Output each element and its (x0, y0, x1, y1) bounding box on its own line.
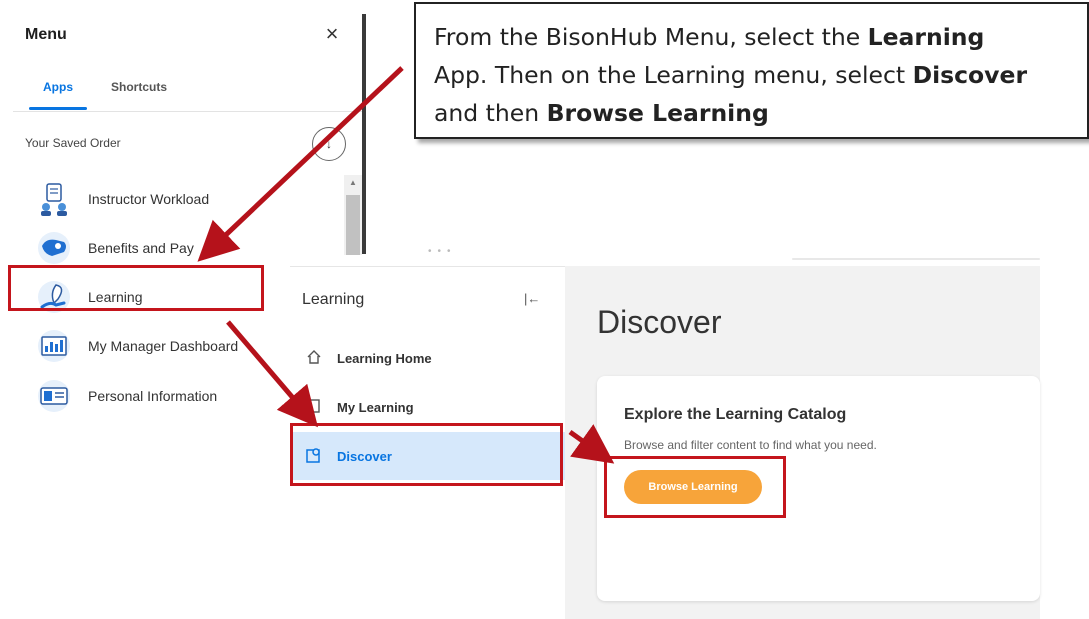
nav-item-learning-home[interactable]: Learning Home (290, 334, 565, 382)
highlight-discover-item (290, 423, 563, 486)
callout-line-3: and then Browse Learning (434, 99, 769, 127)
discover-content-area: Discover Explore the Learning Catalog Br… (565, 266, 1040, 619)
nav-item-label: My Learning (337, 399, 414, 415)
card-description: Browse and filter content to find what y… (624, 438, 877, 452)
home-icon (303, 349, 325, 367)
scroll-thumb[interactable] (346, 195, 360, 255)
personal-information-icon (36, 378, 72, 414)
panel-edge (362, 14, 366, 254)
card-heading: Explore the Learning Catalog (624, 406, 847, 423)
arrow-down-icon: ↓ (326, 137, 332, 151)
highlight-learning-app (8, 265, 264, 311)
menu-scrollbar[interactable]: ▲ (344, 175, 362, 255)
app-item-benefits-and-pay[interactable]: Benefits and Pay (36, 230, 336, 266)
scroll-up-icon[interactable]: ▲ (344, 175, 362, 191)
book-icon (303, 398, 325, 416)
manager-dashboard-icon (36, 328, 72, 364)
screenshot-top-strip: ••• (380, 240, 1040, 266)
sort-order-button[interactable]: ↓ (312, 127, 346, 161)
instructor-workload-icon (36, 181, 72, 217)
tab-apps[interactable]: Apps (43, 80, 73, 94)
callout-line-2: App. Then on the Learning menu, select D… (434, 61, 1028, 89)
search-bar-edge (792, 258, 1040, 260)
tab-apps-underline (29, 107, 87, 110)
nav-item-label: Learning Home (337, 350, 432, 366)
collapse-panel-icon[interactable]: |← (524, 291, 540, 306)
menu-tabs: Apps Shortcuts (13, 72, 363, 112)
close-icon[interactable]: × (320, 22, 344, 46)
saved-order-label: Your Saved Order (25, 136, 121, 150)
page-title: Discover (597, 304, 722, 340)
app-label: My Manager Dashboard (88, 338, 239, 354)
app-label: Instructor Workload (88, 191, 210, 207)
app-label: Benefits and Pay (88, 240, 194, 256)
menu-title: Menu (25, 26, 67, 43)
highlight-browse-learning-button (604, 456, 786, 518)
learning-panel-title: Learning (302, 291, 365, 308)
benefits-pay-icon (36, 230, 72, 266)
app-label: Personal Information (88, 388, 218, 404)
instruction-callout: From the BisonHub Menu, select the Learn… (414, 2, 1089, 139)
tab-shortcuts[interactable]: Shortcuts (111, 80, 167, 94)
ellipsis-icon: ••• (428, 246, 457, 257)
callout-line-1: From the BisonHub Menu, select the Learn… (434, 23, 985, 51)
app-item-instructor-workload[interactable]: Instructor Workload (36, 181, 336, 217)
